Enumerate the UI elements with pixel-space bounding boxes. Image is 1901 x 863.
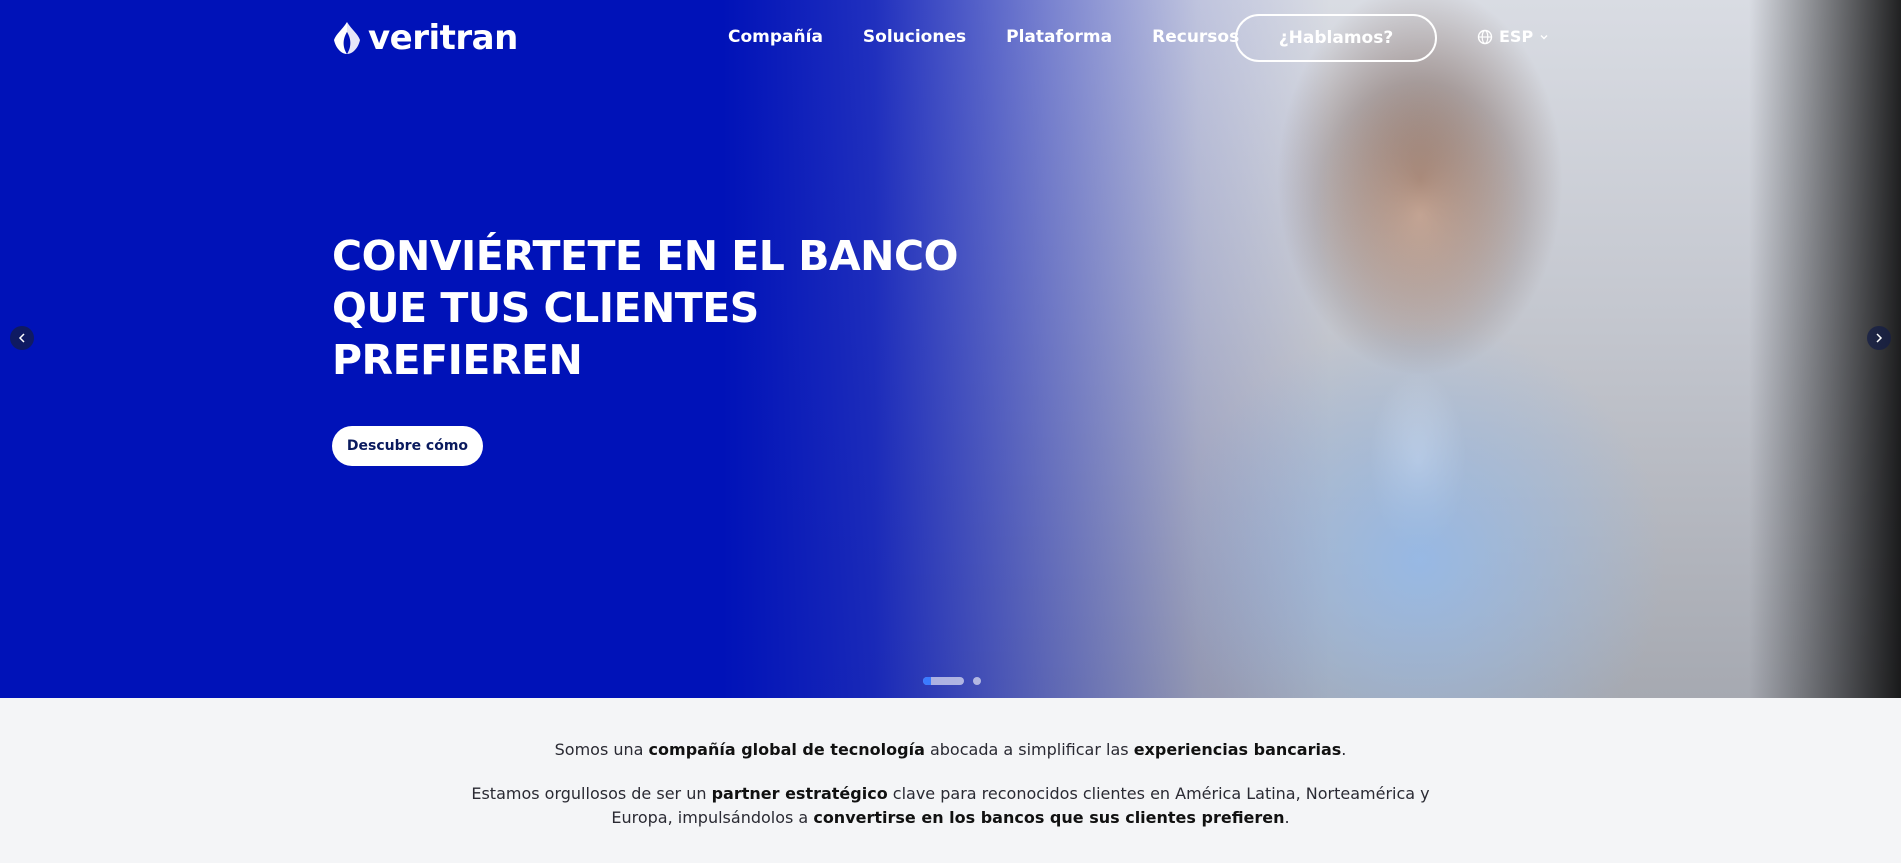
hero-carousel: veritran Compañía Soluciones Plataforma … — [0, 0, 1901, 698]
nav-link-plataforma[interactable]: Plataforma — [1006, 26, 1112, 48]
intro-paragraph-1: Somos una compañía global de tecnología … — [0, 738, 1901, 762]
veritran-logo[interactable]: veritran — [332, 19, 518, 57]
intro-text: Europa, impulsándolos a — [611, 808, 814, 827]
carousel-next-button[interactable] — [1867, 326, 1891, 350]
language-label: ESP — [1499, 27, 1534, 46]
chevron-left-icon — [18, 333, 25, 343]
logo-wordmark: veritran — [368, 18, 518, 58]
top-navigation: veritran Compañía Soluciones Plataforma … — [0, 0, 1901, 76]
intro-text: . — [1341, 740, 1347, 759]
intro-text: abocada a simplificar las — [924, 740, 1134, 759]
hero-headline-line-2: QUE TUS CLIENTES — [332, 284, 759, 332]
nav-link-soluciones[interactable]: Soluciones — [863, 26, 966, 48]
intro-text: clave para reconocidos clientes en Améri… — [887, 784, 1430, 803]
nav-link-compania[interactable]: Compañía — [728, 26, 823, 48]
chevron-down-icon — [1540, 34, 1548, 39]
intro-emphasis: experiencias bancarias — [1133, 740, 1342, 759]
carousel-dot-2[interactable] — [973, 677, 981, 685]
intro-emphasis: convertirse en los bancos que sus client… — [813, 808, 1285, 827]
intro-emphasis: partner estratégico — [711, 784, 888, 803]
hero-headline-line-1: CONVIÉRTETE EN EL BANCO — [332, 232, 958, 280]
veritran-logo-icon — [334, 22, 360, 54]
main-menu: Compañía Soluciones Plataforma Recursos — [728, 26, 1239, 48]
carousel-pagination — [923, 677, 981, 685]
chevron-right-icon — [1876, 333, 1883, 343]
intro-text: . — [1284, 808, 1290, 827]
carousel-prev-button[interactable] — [10, 326, 34, 350]
hero-headline-line-3: PREFIEREN — [332, 336, 583, 384]
contact-cta-button[interactable]: ¿Hablamos? — [1235, 14, 1437, 62]
intro-section: Somos una compañía global de tecnología … — [0, 698, 1901, 863]
intro-text: Somos una — [554, 740, 649, 759]
intro-paragraph-2: Estamos orgullosos de ser un partner est… — [0, 782, 1901, 830]
carousel-dot-1[interactable] — [923, 677, 964, 685]
intro-text: Estamos orgullosos de ser un — [471, 784, 712, 803]
hero-headline: CONVIÉRTETE EN EL BANCO QUE TUS CLIENTES… — [332, 230, 972, 386]
globe-icon — [1477, 29, 1493, 44]
discover-button[interactable]: Descubre cómo — [332, 426, 483, 466]
intro-emphasis: compañía global de tecnología — [648, 740, 925, 759]
language-selector[interactable]: ESP — [1477, 27, 1549, 46]
nav-link-recursos[interactable]: Recursos — [1152, 26, 1239, 48]
